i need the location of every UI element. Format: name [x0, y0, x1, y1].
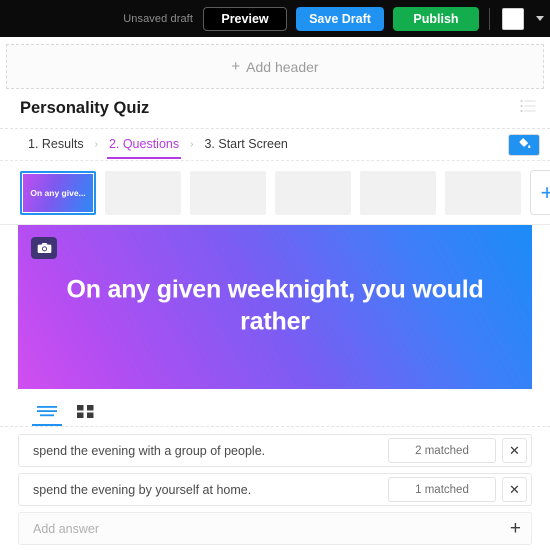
- breadcrumb-separator: ›: [94, 139, 98, 150]
- chevron-down-icon[interactable]: [536, 16, 544, 21]
- add-answer-row[interactable]: Add answer +: [18, 512, 532, 545]
- breadcrumb-separator: ›: [190, 139, 194, 150]
- unsaved-draft-status: Unsaved draft: [123, 12, 193, 25]
- add-header-label: Add header: [246, 58, 319, 75]
- thumbnail-slot-5[interactable]: [360, 170, 436, 215]
- matched-count-badge[interactable]: 2 matched: [388, 438, 496, 463]
- answer-row[interactable]: spend the evening with a group of people…: [18, 434, 532, 467]
- thumbnail-slot-4[interactable]: [275, 170, 351, 215]
- add-slide-button[interactable]: +: [530, 170, 550, 215]
- list-view-toggle[interactable]: [32, 404, 62, 426]
- publish-button[interactable]: Publish: [393, 6, 479, 31]
- paint-bucket-icon: [519, 138, 530, 149]
- slide-thumbnail-strip: On any give... +: [0, 161, 550, 225]
- question-title-text[interactable]: On any given weeknight, you would rather: [18, 274, 532, 338]
- remove-answer-button[interactable]: ✕: [502, 477, 527, 502]
- question-slide-canvas[interactable]: On any given weeknight, you would rather: [18, 225, 532, 389]
- grid-view-icon: [77, 405, 94, 418]
- thumbnail-slot-3[interactable]: [190, 170, 266, 215]
- thumbnail-slide-1[interactable]: On any give...: [20, 170, 96, 215]
- paint-bucket-button[interactable]: [508, 133, 540, 156]
- plus-icon: +: [231, 58, 241, 75]
- answer-text[interactable]: spend the evening with a group of people…: [33, 444, 388, 458]
- toolbar-divider: [489, 7, 490, 30]
- account-avatar[interactable]: [502, 7, 524, 30]
- answer-view-toggle: [0, 389, 550, 427]
- step-breadcrumb: 1. Results › 2. Questions › 3. Start Scr…: [0, 129, 550, 161]
- answers-list: spend the evening with a group of people…: [0, 427, 550, 545]
- step-tab-questions[interactable]: 2. Questions: [106, 130, 182, 159]
- page-title-row: Personality Quiz: [0, 89, 550, 129]
- save-draft-button[interactable]: Save Draft: [296, 6, 384, 31]
- remove-answer-button[interactable]: ✕: [502, 438, 527, 463]
- list-menu-icon[interactable]: [520, 99, 536, 118]
- add-header-placeholder[interactable]: + Add header: [6, 44, 544, 89]
- add-answer-input[interactable]: Add answer: [33, 522, 510, 536]
- list-view-icon: [37, 406, 57, 417]
- thumbnail-slot-2[interactable]: [105, 170, 181, 215]
- add-image-button[interactable]: [31, 237, 57, 259]
- camera-icon: [37, 243, 51, 253]
- preview-button[interactable]: Preview: [203, 6, 287, 31]
- thumbnail-slot-6[interactable]: [445, 170, 521, 215]
- matched-count-badge[interactable]: 1 matched: [388, 477, 496, 502]
- answer-row[interactable]: spend the evening by yourself at home. 1…: [18, 473, 532, 506]
- step-tab-start-screen[interactable]: 3. Start Screen: [202, 130, 289, 159]
- top-toolbar: Unsaved draft Preview Save Draft Publish: [0, 0, 550, 37]
- answer-text[interactable]: spend the evening by yourself at home.: [33, 483, 388, 497]
- step-tab-results[interactable]: 1. Results: [26, 130, 86, 159]
- page-title[interactable]: Personality Quiz: [20, 99, 520, 118]
- grid-view-toggle[interactable]: [76, 404, 95, 426]
- add-answer-plus-icon[interactable]: +: [510, 519, 521, 538]
